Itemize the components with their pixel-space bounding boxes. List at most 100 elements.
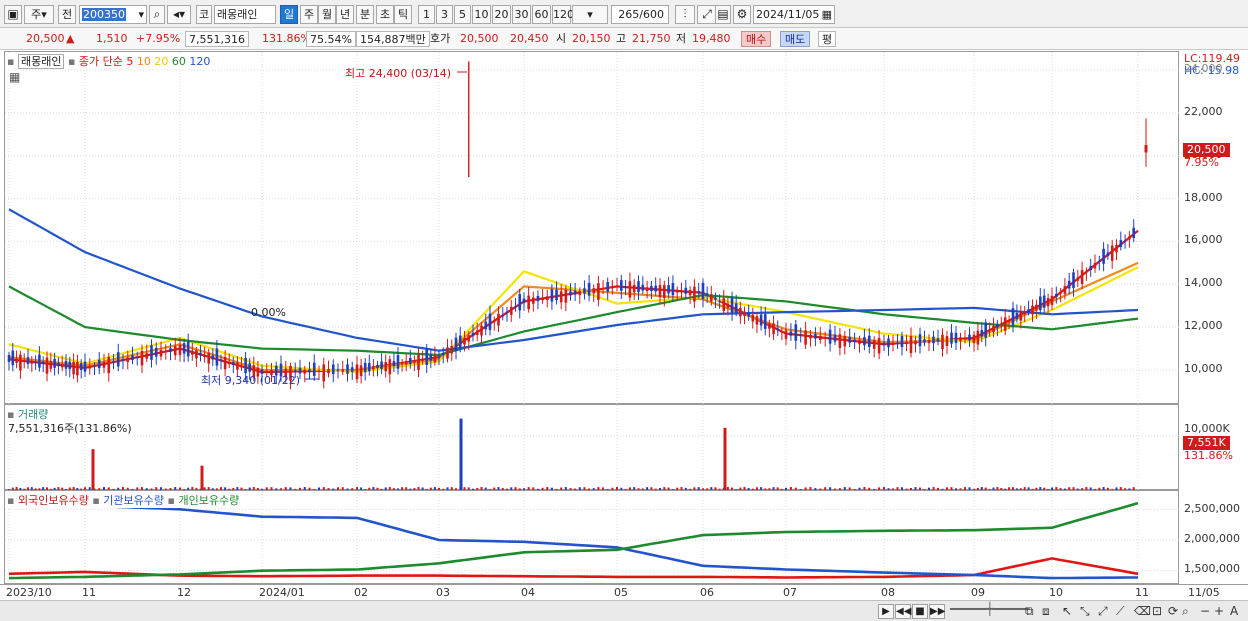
calendar-icon[interactable]: ▦ xyxy=(822,6,832,23)
count-input[interactable]: 265/600 xyxy=(611,5,669,24)
low-annotation: 최저 9,340 (01/22) xyxy=(201,374,301,387)
candle-body xyxy=(7,355,11,362)
candle-body xyxy=(368,363,371,372)
holding-panel[interactable]: ▪ 외국인보유수량 ▪ 기관보유수량 ▪ 개인보유수량 xyxy=(4,490,1180,585)
candle-body xyxy=(882,342,886,346)
candle-body xyxy=(1067,280,1071,289)
scroll-right-icon[interactable]: ▶ xyxy=(878,604,894,619)
interval-button[interactable]: 1 xyxy=(418,5,435,24)
zoom-in-icon[interactable]: + xyxy=(1214,604,1224,618)
candle-body xyxy=(433,355,437,363)
legend-square-icon: ▪ xyxy=(7,494,15,507)
stop-icon[interactable]: ■ xyxy=(912,604,928,619)
table-grid-icon[interactable]: ▦ xyxy=(9,70,21,84)
period-button[interactable]: 월 xyxy=(318,5,336,24)
cursor-icon[interactable]: ↖ xyxy=(1062,604,1072,618)
eraser-icon[interactable]: ⌫ xyxy=(1134,604,1151,618)
window-icon[interactable]: ▣ xyxy=(4,5,22,24)
draw-tool-icon[interactable]: ⤢ xyxy=(697,5,717,24)
speaker-icon[interactable]: ◂▾ xyxy=(167,5,191,24)
candle-body xyxy=(794,324,798,341)
count-value: 265 xyxy=(618,8,640,21)
interval-button[interactable]: 5 xyxy=(454,5,471,24)
zoom-out-icon[interactable]: − xyxy=(1200,604,1210,618)
save-icon[interactable]: ▤ xyxy=(715,5,731,24)
font-size-icon[interactable]: A xyxy=(1230,604,1238,618)
holding-legend: ▪ 외국인보유수량 ▪ 기관보유수량 ▪ 개인보유수량 xyxy=(7,492,240,508)
rewind-icon[interactable]: ◀◀ xyxy=(895,604,911,619)
interval-button[interactable]: 120 xyxy=(552,5,574,24)
stock-code-input[interactable]: 200350 ▾ xyxy=(79,5,147,24)
candle-body xyxy=(509,306,513,315)
layout-icon[interactable]: ⧉ xyxy=(1025,604,1034,619)
holding-ytick-1500000: 1,500,000 xyxy=(1184,562,1240,575)
candle-body xyxy=(380,361,383,369)
interval-button[interactable]: 60 xyxy=(532,5,551,24)
candle-body xyxy=(863,337,866,346)
x-axis-label: 03 xyxy=(436,586,450,599)
price-chart-panel[interactable]: ▪ 래몽래인 ▪ 종가 단순 5 10 20 60 120 ▦ 최고 24,40… xyxy=(4,51,1180,405)
search-icon[interactable]: ⌕ xyxy=(149,5,165,24)
stock-name-field[interactable]: 래몽래인 xyxy=(214,5,276,24)
buy-button[interactable]: 매수 xyxy=(741,31,772,47)
candle-body xyxy=(583,288,586,294)
prev-button[interactable]: 전 xyxy=(58,5,76,24)
candle-body xyxy=(896,342,899,344)
fit-icon[interactable]: ⊡ xyxy=(1152,604,1162,618)
zoom-slider[interactable]: ━━━━━┿━━━━━ xyxy=(950,602,1029,616)
candle-body xyxy=(497,313,500,326)
candle-body xyxy=(780,331,784,333)
candle-body xyxy=(739,308,742,317)
fast-forward-icon[interactable]: ▶▶ xyxy=(929,604,945,619)
candle-body xyxy=(833,334,837,342)
candle-body xyxy=(714,297,717,300)
period-button[interactable]: 주 xyxy=(300,5,318,24)
split-icon[interactable]: ⧈ xyxy=(1042,604,1050,619)
interval-button[interactable]: 10 xyxy=(472,5,491,24)
price-y-axis: LC:119.49 HC:-15.98 10,000 12,000 14,000 16… xyxy=(1180,51,1248,404)
candle-body xyxy=(927,339,931,344)
holding-ytick-2000000: 2,000,000 xyxy=(1184,532,1240,545)
candle-body xyxy=(199,352,202,356)
candle-body xyxy=(645,287,649,292)
interval-button[interactable]: 30 xyxy=(512,5,531,24)
period-button[interactable]: 년 xyxy=(336,5,354,24)
date-input[interactable]: 2024/11/05 ▦ xyxy=(753,5,835,24)
candle-body xyxy=(868,335,871,347)
candle-body xyxy=(60,364,64,368)
candle-body xyxy=(400,362,404,364)
legend-ma-60: 60 xyxy=(171,55,186,68)
eval-button[interactable]: 평 xyxy=(818,31,837,47)
trend-tool-icon[interactable]: ⤢ xyxy=(1098,604,1108,619)
interval-button[interactable]: 20 xyxy=(492,5,511,24)
zoom-icon[interactable]: ⌕ xyxy=(1182,604,1189,619)
interval-dropdown[interactable]: ▾ xyxy=(572,5,608,24)
x-axis-label: 08 xyxy=(881,586,895,599)
chart-type-icon[interactable]: ⫶ xyxy=(675,5,695,24)
candle-body xyxy=(701,282,705,299)
x-axis-label: 05 xyxy=(614,586,628,599)
candle-body xyxy=(64,360,68,369)
period-button[interactable]: 틱 xyxy=(394,5,412,24)
legend-stock-name[interactable]: 래몽래인 xyxy=(17,54,65,69)
volume-panel[interactable]: ▪ 거래량 7,551,316주(131.86%) xyxy=(4,404,1180,491)
candle-body xyxy=(601,288,605,290)
interval-button[interactable]: 3 xyxy=(436,5,453,24)
period-type-label: 주 xyxy=(31,8,42,21)
period-button[interactable]: 분 xyxy=(356,5,374,24)
period-button[interactable]: 초 xyxy=(376,5,394,24)
crosshair-icon[interactable]: ⤡ xyxy=(1080,604,1090,619)
period-button[interactable]: 일 xyxy=(280,5,298,24)
volume-ytick: 10,000K xyxy=(1184,422,1230,435)
volume-spike-bar xyxy=(459,418,463,490)
refresh-icon[interactable]: ⟳ xyxy=(1168,604,1178,618)
ask-price: 20,500 xyxy=(460,32,499,45)
candle-body xyxy=(312,362,316,376)
line-tool-icon[interactable]: ⟋ xyxy=(1116,604,1124,619)
candle-body xyxy=(458,335,462,348)
gear-icon[interactable]: ⚙ xyxy=(733,5,751,24)
chevron-down-icon[interactable]: ▾ xyxy=(138,6,144,23)
sell-button[interactable]: 매도 xyxy=(780,31,811,47)
price-ytick: 10,000 xyxy=(1184,362,1223,375)
period-type-dropdown[interactable]: 주▾ xyxy=(24,5,54,24)
